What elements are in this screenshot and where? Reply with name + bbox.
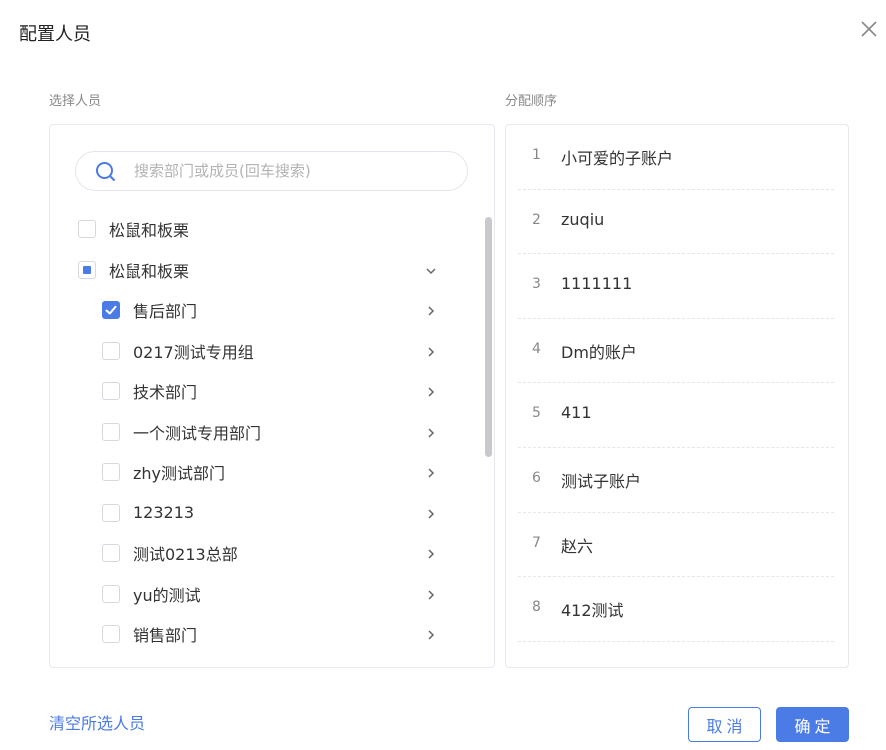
- clear-selected-link[interactable]: 清空所选人员: [49, 710, 145, 734]
- checkbox[interactable]: [102, 544, 120, 563]
- chevron-right-icon[interactable]: [424, 303, 438, 317]
- list-item[interactable]: 6 测试子账户: [518, 448, 834, 513]
- member-name: 测试子账户: [561, 471, 642, 491]
- order-number: 6: [532, 469, 541, 486]
- tree-item[interactable]: 一个测试专用部门: [50, 412, 480, 453]
- tree-item-label: zhy测试部门: [133, 464, 226, 484]
- member-name: zuqiu: [561, 209, 605, 229]
- tree-item[interactable]: 0217测试专用组: [50, 331, 480, 372]
- tree-item-label: 松鼠和板栗: [109, 221, 190, 241]
- checkbox[interactable]: [102, 341, 120, 360]
- member-name: 412测试: [561, 601, 624, 621]
- member-name: Dm的账户: [561, 342, 637, 362]
- list-item[interactable]: 8 412测试: [518, 577, 834, 642]
- list-item[interactable]: 4 Dm的账户: [518, 319, 834, 384]
- list-item[interactable]: 5 411: [518, 383, 834, 448]
- tree-item-label: 123213: [133, 503, 195, 523]
- checkbox[interactable]: [102, 584, 120, 603]
- checkbox[interactable]: [102, 503, 120, 522]
- order-number: 3: [532, 276, 541, 293]
- list-item[interactable]: 3 1111111: [518, 254, 834, 319]
- order-number: 8: [532, 599, 541, 616]
- member-name: 赵六: [561, 536, 594, 556]
- search-input[interactable]: [134, 158, 454, 184]
- checkbox[interactable]: [102, 625, 120, 644]
- checkbox-checked[interactable]: [102, 301, 120, 320]
- confirm-button[interactable]: 确定: [776, 707, 849, 742]
- tree-item[interactable]: 测试0213总部: [50, 533, 480, 574]
- tree-item-label: yu的测试: [133, 585, 201, 605]
- list-item[interactable]: 2 zuqiu: [518, 190, 834, 255]
- member-name: 411: [561, 403, 592, 423]
- tree-item-label: 0217测试专用组: [133, 342, 254, 362]
- checkbox-partial[interactable]: [78, 260, 96, 279]
- checkbox[interactable]: [102, 382, 120, 401]
- order-number: 5: [532, 405, 541, 422]
- tree-item-label: 销售部门: [133, 626, 198, 646]
- search-icon: [94, 160, 118, 184]
- tree-item-label: 松鼠和板栗: [109, 261, 190, 281]
- checkbox[interactable]: [102, 422, 120, 441]
- cancel-button[interactable]: 取消: [688, 707, 761, 742]
- search-box[interactable]: [75, 151, 468, 191]
- assign-order-panel: 1 小可爱的子账户 2 zuqiu 3 1111111 4 Dm的账户 5 411 6 测试子账户 7 赵…: [505, 124, 849, 668]
- tree-item-label: 技术部门: [133, 383, 198, 403]
- order-number: 7: [532, 534, 541, 551]
- checkbox[interactable]: [102, 463, 120, 482]
- config-people-dialog: 配置人员 选择人员 分配顺序 松鼠和板栗松鼠和板栗售后部门0217测试专用组技术…: [0, 0, 886, 750]
- order-number: 2: [532, 211, 541, 228]
- chevron-right-icon[interactable]: [424, 627, 438, 641]
- chevron-right-icon[interactable]: [424, 506, 438, 520]
- member-name: 1111111: [561, 274, 633, 294]
- dialog-title: 配置人员: [19, 24, 91, 45]
- member-name: 小可爱的子账户: [561, 149, 674, 168]
- list-item[interactable]: 7 赵六: [518, 513, 834, 578]
- tree-item-label: 一个测试专用部门: [133, 423, 262, 443]
- scrollbar[interactable]: [485, 217, 492, 457]
- list-item[interactable]: 1 小可爱的子账户: [518, 125, 834, 190]
- chevron-down-icon[interactable]: [424, 263, 438, 277]
- chevron-right-icon[interactable]: [424, 546, 438, 560]
- tree-item[interactable]: 销售部门: [50, 614, 480, 655]
- chevron-right-icon[interactable]: [424, 425, 438, 439]
- select-people-label: 选择人员: [49, 94, 102, 109]
- tree-item-label: 售后部门: [133, 302, 198, 322]
- chevron-right-icon[interactable]: [424, 344, 438, 358]
- assign-order-label: 分配顺序: [505, 94, 558, 109]
- chevron-right-icon[interactable]: [424, 587, 438, 601]
- tree-item[interactable]: yu的测试: [50, 574, 480, 615]
- checkbox[interactable]: [78, 220, 96, 239]
- order-list: 1 小可爱的子账户 2 zuqiu 3 1111111 4 Dm的账户 5 411 6 测试子账户 7 赵…: [518, 125, 834, 642]
- tree-item[interactable]: 松鼠和板栗: [50, 250, 480, 291]
- order-number: 4: [532, 340, 541, 357]
- chevron-right-icon[interactable]: [424, 384, 438, 398]
- close-icon[interactable]: [856, 16, 882, 42]
- tree-item[interactable]: 技术部门: [50, 371, 480, 412]
- department-tree: 松鼠和板栗 松鼠和板栗 售后部门 0217测试专用组 技术部门 一个测试专用部门 zhy测试…: [50, 209, 480, 655]
- chevron-right-icon[interactable]: [424, 465, 438, 479]
- tree-item[interactable]: 售后部门: [50, 290, 480, 331]
- tree-item[interactable]: zhy测试部门: [50, 452, 480, 493]
- tree-item-label: 测试0213总部: [133, 545, 238, 565]
- tree-item[interactable]: 松鼠和板栗: [50, 209, 480, 250]
- order-number: 1: [532, 147, 541, 163]
- tree-item[interactable]: 123213: [50, 493, 480, 534]
- select-people-panel: 松鼠和板栗松鼠和板栗售后部门0217测试专用组技术部门一个测试专用部门zhy测试…: [49, 124, 495, 668]
